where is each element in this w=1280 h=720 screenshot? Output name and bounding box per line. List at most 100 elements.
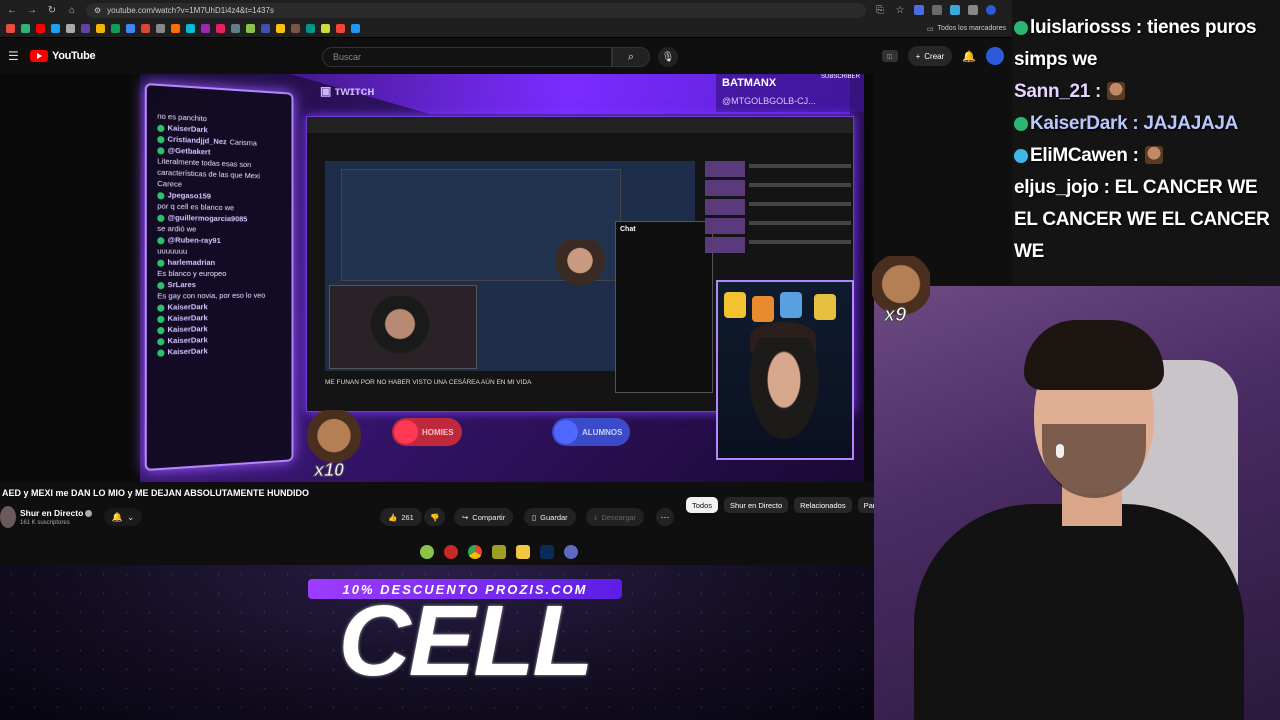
bookmark-icon[interactable]: [66, 24, 75, 33]
subscriber-handle: @MTGOLBGOLB-CJ...: [722, 96, 816, 106]
all-bookmarks-label: Todos los marcadores: [938, 25, 1006, 32]
account-avatar[interactable]: [986, 47, 1004, 65]
captured-chat-title: Chat: [620, 226, 708, 233]
forward-icon[interactable]: →: [26, 4, 38, 16]
profile-icon[interactable]: [986, 5, 996, 15]
bookmark-icon[interactable]: [156, 24, 165, 33]
stream-chat-user: @Ruben-ray91: [168, 235, 221, 245]
mod-badge-icon: [157, 135, 164, 142]
dislike-button[interactable]: 👎: [424, 508, 445, 526]
site-info-icon[interactable]: ⚙: [94, 6, 101, 15]
shelf-figure: [780, 292, 802, 318]
app-icon[interactable]: [564, 545, 578, 559]
bookmark-icon[interactable]: [36, 24, 45, 33]
subscriber-tag: SUBSCRIBER: [821, 74, 860, 80]
bookmark-icon[interactable]: [231, 24, 240, 33]
search-input[interactable]: Buscar: [322, 47, 612, 67]
create-button[interactable]: + Crear: [908, 46, 953, 66]
more-actions-button[interactable]: ⋯: [656, 508, 674, 526]
subscription-bell-button[interactable]: 🔔 ⌄: [104, 508, 142, 526]
voice-search-button[interactable]: 🎙: [658, 47, 678, 67]
filter-chip[interactable]: Relacionados: [794, 497, 851, 513]
bookmark-icon[interactable]: [351, 24, 360, 33]
bookmark-icon[interactable]: [306, 24, 315, 33]
menu-icon[interactable]: ☰: [8, 49, 24, 63]
create-label: Crear: [924, 52, 944, 61]
bookmark-icon[interactable]: [96, 24, 105, 33]
twitch-logo: ▣ ᴛᴡɪᴛᴄʜ: [320, 84, 375, 98]
captured-suggestions: [705, 161, 851, 273]
search-button[interactable]: ⌕: [612, 47, 650, 67]
bookmark-icon[interactable]: [291, 24, 300, 33]
emote-multiplier: x9: [884, 304, 906, 327]
emote-multiplier: x10: [314, 460, 344, 481]
video-player[interactable]: ▣ ᴛᴡɪᴛᴄʜ BATMANX @MTGOLBGOLB-CJ... SUBSC…: [0, 74, 874, 482]
alumnos-label: ALUMNOS: [582, 428, 622, 437]
folder-icon[interactable]: [516, 545, 530, 559]
bookmark-icon[interactable]: [126, 24, 135, 33]
home-icon[interactable]: ⌂: [66, 4, 78, 16]
bookmark-icon[interactable]: [336, 24, 345, 33]
extension-icon[interactable]: [914, 5, 924, 15]
subscriber-name: BATMANX: [722, 77, 776, 89]
filter-chip[interactable]: Todos: [686, 497, 718, 513]
bookmark-icon[interactable]: [276, 24, 285, 33]
extension-icon[interactable]: [950, 5, 960, 15]
captured-video: Chat: [325, 161, 695, 371]
extensions-puzzle-icon[interactable]: [968, 5, 978, 15]
channel-name[interactable]: Shur en Directo: [20, 508, 92, 518]
stream-chat-user: @guillermogarcia9085: [168, 213, 248, 224]
bookmark-icon[interactable]: [171, 24, 180, 33]
bookmark-star-icon[interactable]: ☆: [894, 4, 906, 16]
stream-chat-user: harlemadrian: [168, 258, 216, 267]
app-icon[interactable]: [444, 545, 458, 559]
captured-browser-bar: [307, 117, 853, 133]
download-button[interactable]: ⤓ Descargar: [586, 508, 644, 526]
youtube-play-icon: [30, 50, 48, 62]
bookmark-icon[interactable]: [216, 24, 225, 33]
share-button[interactable]: ↪ Compartir: [454, 508, 513, 526]
captured-streamer-face: [555, 239, 605, 293]
reload-icon[interactable]: ↻: [46, 4, 58, 16]
bookmark-icon[interactable]: [6, 24, 15, 33]
cast-icon[interactable]: ◫: [882, 50, 898, 62]
app-icon[interactable]: [492, 545, 506, 559]
mod-badge-icon: [157, 237, 164, 244]
captured-suggestion: [705, 218, 851, 234]
all-bookmarks-folder[interactable]: ▭ Todos los marcadores: [927, 25, 1006, 33]
channel-avatar[interactable]: [0, 506, 16, 528]
stream-chat-line: SrLares: [157, 279, 284, 290]
filter-chip[interactable]: Shur en Directo: [724, 497, 788, 513]
shelf-figure: [724, 292, 746, 318]
extension-icon[interactable]: [932, 5, 942, 15]
chrome-icon[interactable]: [468, 545, 482, 559]
stream-chat-text: Carisma: [230, 137, 257, 147]
mod-badge-icon: [157, 214, 164, 221]
back-icon[interactable]: ←: [6, 4, 18, 16]
bookmark-icon[interactable]: [111, 24, 120, 33]
save-button[interactable]: ▯ Guardar: [524, 508, 576, 526]
screen: ← → ↻ ⌂ ⚙ youtube.com/watch?v=1M7UhD1i4z…: [0, 0, 1280, 720]
photoshop-icon[interactable]: [540, 545, 554, 559]
bookmark-icon[interactable]: [81, 24, 90, 33]
install-icon[interactable]: ⎘: [874, 4, 886, 16]
youtube-logo[interactable]: YouTube: [30, 50, 95, 62]
app-icon[interactable]: [420, 545, 434, 559]
stream-chat-user: KaiserDark: [168, 313, 208, 323]
notifications-icon[interactable]: 🔔: [962, 50, 976, 63]
bookmark-icon[interactable]: [321, 24, 330, 33]
bookmark-icon[interactable]: [201, 24, 210, 33]
bookmark-icon[interactable]: [246, 24, 255, 33]
stream-chat-user: SrLares: [168, 280, 196, 289]
bookmark-icon[interactable]: [51, 24, 60, 33]
like-button[interactable]: 👍 261: [380, 508, 422, 526]
bookmark-icon[interactable]: [21, 24, 30, 33]
bookmark-icon[interactable]: [261, 24, 270, 33]
verified-icon: [85, 510, 92, 517]
address-bar[interactable]: ⚙ youtube.com/watch?v=1M7UhD1i4z4&t=1437…: [86, 3, 866, 18]
mod-badge-icon: [157, 282, 164, 289]
bookmark-icon[interactable]: [141, 24, 150, 33]
mod-badge-icon: [157, 304, 164, 311]
bookmark-icon[interactable]: [186, 24, 195, 33]
thumbs-up-icon: 👍: [388, 513, 397, 522]
